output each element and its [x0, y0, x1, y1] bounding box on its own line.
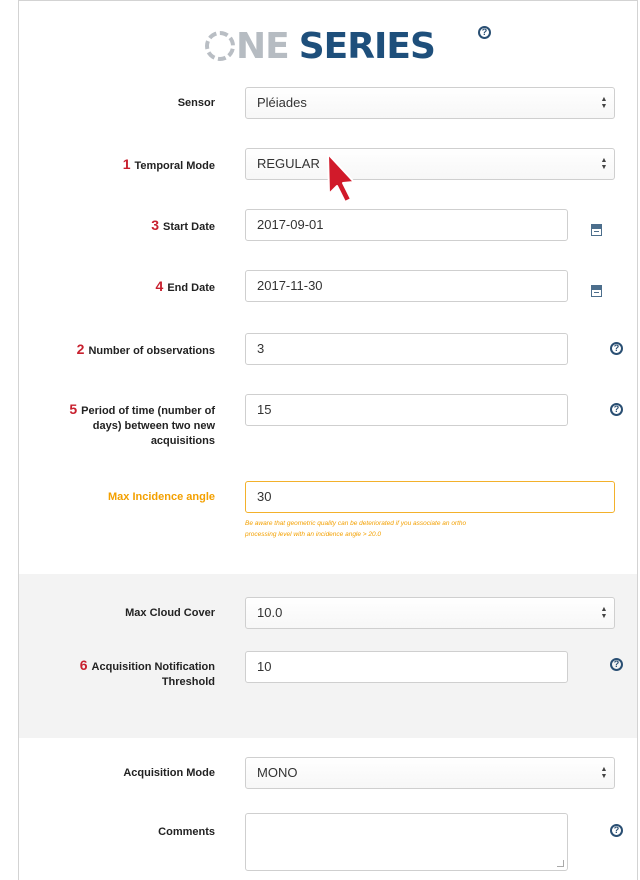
period-label: 5 Period of time (number of days) between… [69, 401, 215, 448]
notification-label: 6 Acquisition Notification Threshold [79, 657, 215, 689]
logo-ne-text: NE [236, 26, 290, 67]
max-incidence-input[interactable]: 30 [245, 481, 615, 513]
incidence-warning-text: Be aware that geometric quality can be d… [245, 520, 467, 538]
temporal-mode-value: REGULAR [257, 156, 320, 171]
sensor-select[interactable]: Pléiades ▲ ▼ [245, 87, 615, 119]
question-circle-icon[interactable]: ? [610, 403, 623, 416]
max-cloud-value: 10.0 [257, 605, 283, 620]
select-caret-icon: ▲ ▼ [600, 606, 608, 620]
select-caret-icon: ▲ ▼ [600, 96, 608, 110]
calendar-icon[interactable] [591, 285, 602, 297]
question-circle-icon[interactable]: ? [610, 824, 623, 837]
end-date-value: 2017-11-30 [257, 278, 323, 293]
observations-label: 2 Number of observations [76, 341, 215, 358]
acq-mode-select[interactable]: MONO ▲ ▼ [245, 757, 615, 789]
max-incidence-label: Max Incidence angle [108, 491, 215, 503]
max-cloud-select[interactable]: 10.0 ▲ ▼ [245, 597, 615, 629]
logo-series-text: SERIES [298, 26, 436, 67]
question-circle-icon[interactable]: ? [610, 342, 623, 355]
temporal-mode-select[interactable]: REGULAR ▲ ▼ [245, 148, 615, 180]
question-circle-icon[interactable]: ? [610, 658, 623, 671]
calendar-icon[interactable] [591, 224, 602, 236]
notification-value: 10 [257, 659, 272, 674]
start-date-value: 2017-09-01 [257, 217, 324, 232]
select-caret-icon: ▲ ▼ [600, 766, 608, 780]
max-cloud-label: Max Cloud Cover [125, 607, 215, 619]
observations-value: 3 [257, 341, 265, 356]
one-series-logo: NE SERIES [205, 26, 436, 68]
start-date-input[interactable]: 2017-09-01 [245, 209, 568, 241]
comments-label: Comments [158, 826, 215, 838]
sensor-label: Sensor [177, 97, 215, 109]
max-incidence-value: 30 [257, 489, 272, 504]
period-input[interactable]: 15 [245, 394, 568, 426]
resize-handle[interactable] [557, 860, 564, 867]
question-circle-icon[interactable]: ? [478, 26, 491, 39]
end-date-label: 4 End Date [155, 278, 215, 295]
acq-mode-value: MONO [257, 765, 298, 780]
observations-input[interactable]: 3 [245, 333, 568, 365]
comments-textarea[interactable] [245, 813, 568, 871]
end-date-input[interactable]: 2017-11-30 [245, 270, 568, 302]
sensor-value: Pléiades [257, 95, 307, 110]
acq-mode-label: Acquisition Mode [123, 767, 215, 779]
mouse-pointer-icon [324, 152, 358, 227]
notification-input[interactable]: 10 [245, 651, 568, 683]
logo-o-icon [205, 31, 235, 61]
period-value: 15 [257, 402, 272, 417]
temporal-mode-label: 1 Temporal Mode [122, 156, 215, 173]
start-date-label: 3 Start Date [151, 217, 215, 234]
select-caret-icon: ▲ ▼ [600, 157, 608, 171]
